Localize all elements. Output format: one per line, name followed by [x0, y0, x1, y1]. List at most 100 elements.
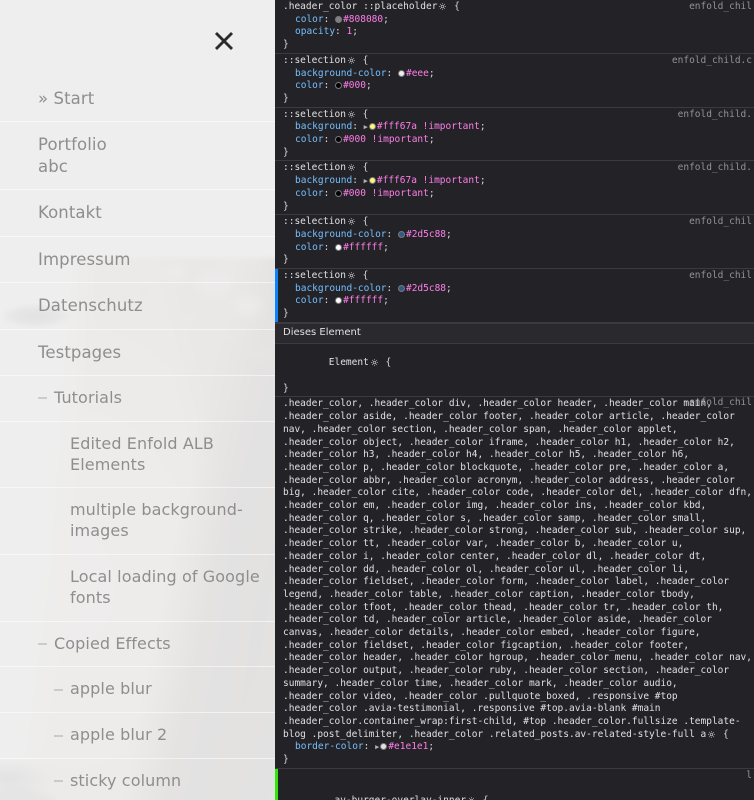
color-swatch[interactable]	[335, 190, 342, 197]
menu-item[interactable]: Tutorials	[0, 375, 275, 421]
css-property-name[interactable]: color	[295, 295, 324, 306]
menu-item[interactable]: multiple background-images	[0, 487, 275, 554]
element-rule-selector[interactable]: Element	[329, 357, 369, 368]
css-declaration[interactable]: color: #000 !important;	[275, 188, 754, 201]
css-property-value[interactable]: #000	[343, 80, 366, 91]
gear-icon[interactable]	[708, 731, 715, 738]
css-property-value[interactable]: #000 !important	[343, 188, 429, 199]
css-property-name[interactable]: color	[295, 242, 324, 253]
css-property-name[interactable]: opacity	[295, 26, 335, 37]
gear-icon[interactable]	[348, 218, 355, 225]
css-declaration[interactable]: background-color: #eee;	[275, 68, 754, 81]
source-link[interactable]: enfold_chil	[689, 216, 752, 229]
css-rule[interactable]: enfold_chil.header_color ::placeholder {…	[275, 0, 754, 54]
close-icon[interactable]	[209, 26, 239, 56]
css-rule[interactable]: enfold_chil::selection {background-color…	[275, 269, 754, 323]
rule-selector[interactable]: .header_color ::placeholder	[283, 1, 437, 12]
css-declaration[interactable]: color: #000;	[275, 80, 754, 93]
css-property-value[interactable]: #808080	[343, 14, 383, 25]
css-declaration[interactable]: background-color: #2d5c88;	[275, 229, 754, 242]
css-property-name[interactable]: background-color	[295, 229, 387, 240]
element-inline-rule[interactable]: Element { }	[275, 344, 754, 398]
av-burger-overlay-inner-rule[interactable]: l .av-burger-overlay-inner { background:…	[275, 769, 754, 800]
css-declaration[interactable]: color: #ffffff;	[275, 242, 754, 255]
source-link[interactable]: enfold_chil	[689, 397, 752, 410]
css-declaration[interactable]: color: #808080;	[275, 14, 754, 27]
source-link[interactable]: enfold_chil	[689, 270, 752, 283]
css-declaration[interactable]: color: #ffffff;	[275, 295, 754, 308]
css-declaration[interactable]: color: #000 !important;	[275, 134, 754, 147]
rule-selector[interactable]: ::selection	[283, 162, 346, 173]
css-declaration[interactable]: opacity: 1;	[275, 26, 754, 39]
source-link[interactable]: l	[746, 770, 752, 783]
gear-icon[interactable]	[348, 111, 355, 118]
css-property-value[interactable]: #ffffff	[343, 295, 383, 306]
gear-icon[interactable]	[348, 164, 355, 171]
css-property-value[interactable]: #fff67a !important	[377, 121, 480, 132]
color-swatch[interactable]	[398, 231, 405, 238]
source-link[interactable]: enfold_child.	[678, 109, 752, 122]
css-rule[interactable]: enfold_child.::selection {background: ▶#…	[275, 161, 754, 215]
menu-item[interactable]: Kontakt	[0, 189, 275, 235]
gear-icon[interactable]	[348, 272, 355, 279]
menu-item[interactable]: Impressum	[0, 236, 275, 282]
css-property-name[interactable]: color	[295, 80, 324, 91]
menu-item[interactable]: sticky column	[0, 758, 275, 800]
rule-selector[interactable]: ::selection	[283, 109, 346, 120]
header-color-css-rule[interactable]: enfold_chil .header_color, .header_color…	[275, 397, 754, 768]
css-property-value[interactable]: #2d5c88	[406, 229, 446, 240]
css-property-name[interactable]: background-color	[295, 68, 387, 79]
menu-item[interactable]: Local loading of Google fonts	[0, 554, 275, 621]
css-property-name[interactable]: background-color	[295, 283, 387, 294]
menu-item[interactable]: Copied Effects	[0, 621, 275, 667]
menu-item[interactable]: apple blur 2	[0, 712, 275, 758]
css-declaration[interactable]: background: ▶#fff67a !important;	[275, 175, 754, 188]
color-swatch[interactable]	[380, 743, 387, 750]
color-swatch[interactable]	[335, 136, 342, 143]
css-property-name[interactable]: color	[295, 188, 324, 199]
rule-selector[interactable]: ::selection	[283, 270, 346, 281]
gear-icon[interactable]	[348, 57, 355, 64]
menu-item[interactable]: Edited Enfold ALB Elements	[0, 421, 275, 488]
css-property-name[interactable]: background	[295, 175, 352, 186]
css-property-name[interactable]: color	[295, 134, 324, 145]
css-rule[interactable]: enfold_child.c::selection {background-co…	[275, 54, 754, 108]
css-property-name[interactable]: border-color	[295, 741, 364, 752]
css-declaration[interactable]: border-color: ▶#e1e1e1;	[275, 741, 754, 754]
expand-triangle-icon[interactable]: ▶	[364, 123, 368, 131]
gear-icon[interactable]	[439, 3, 446, 10]
css-property-value[interactable]: #ffffff	[343, 242, 383, 253]
expand-triangle-icon[interactable]: ▶	[375, 743, 379, 751]
rule-selector[interactable]: .av-burger-overlay-inner	[329, 795, 466, 800]
rule-selector[interactable]: ::selection	[283, 216, 346, 227]
css-property-value[interactable]: #fff67a !important	[377, 175, 480, 186]
css-property-name[interactable]: background	[295, 121, 352, 132]
menu-item[interactable]: Testpages	[0, 329, 275, 375]
color-swatch[interactable]	[335, 16, 342, 23]
css-property-name[interactable]: color	[295, 14, 324, 25]
css-declaration[interactable]: background: ▶#fff67a !important;	[275, 121, 754, 134]
color-swatch[interactable]	[398, 70, 405, 77]
menu-item[interactable]: Datenschutz	[0, 282, 275, 328]
devtools-css-rules-panel[interactable]: enfold_chil.header_color ::placeholder {…	[275, 0, 754, 800]
css-property-value[interactable]: #2d5c88	[406, 283, 446, 294]
color-swatch[interactable]	[369, 177, 376, 184]
menu-item[interactable]: apple blur	[0, 666, 275, 712]
header-color-selector-text[interactable]: enfold_chil .header_color, .header_color…	[275, 398, 754, 741]
css-property-value[interactable]: #eee	[406, 68, 429, 79]
source-link[interactable]: enfold_chil	[689, 1, 752, 14]
source-link[interactable]: enfold_child.c	[672, 55, 752, 68]
color-swatch[interactable]	[335, 82, 342, 89]
rule-selector[interactable]: ::selection	[283, 55, 346, 66]
color-swatch[interactable]	[369, 123, 376, 130]
css-property-value[interactable]: #000 !important	[343, 134, 429, 145]
menu-item[interactable]: » Start	[0, 76, 275, 121]
color-swatch[interactable]	[398, 285, 405, 292]
expand-triangle-icon[interactable]: ▶	[364, 177, 368, 185]
css-property-value[interactable]: #e1e1e1	[388, 741, 428, 752]
css-rule[interactable]: enfold_chil::selection {background-color…	[275, 215, 754, 269]
css-rule[interactable]: enfold_child.::selection {background: ▶#…	[275, 108, 754, 162]
css-declaration[interactable]: background-color: #2d5c88;	[275, 283, 754, 296]
color-swatch[interactable]	[335, 244, 342, 251]
color-swatch[interactable]	[335, 297, 342, 304]
